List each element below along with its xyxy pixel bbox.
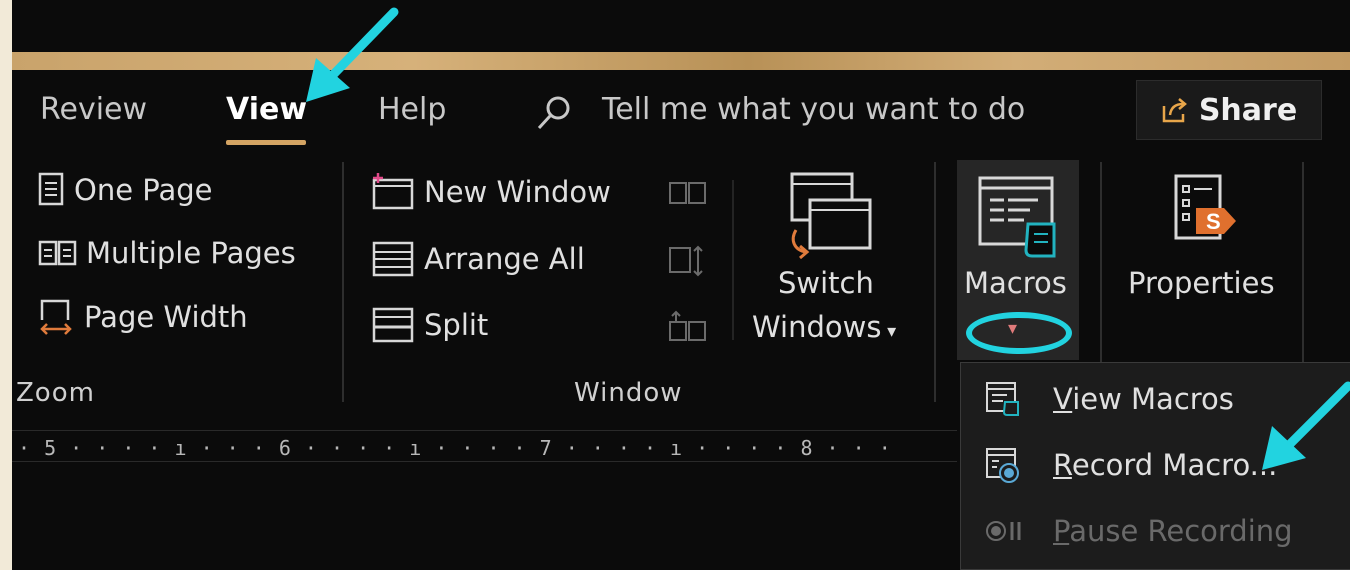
split-icon xyxy=(372,307,414,343)
window-group-label: Window xyxy=(574,378,683,408)
record-macro-label: Record Macro... xyxy=(1053,448,1278,482)
switch-windows-icon[interactable] xyxy=(780,170,876,262)
title-bar-strip xyxy=(12,52,1350,70)
tab-view[interactable]: View xyxy=(226,92,307,127)
share-label: Share xyxy=(1198,92,1298,128)
switch-windows-label-line1: Switch xyxy=(778,266,874,300)
multiple-pages-icon xyxy=(38,240,77,266)
search-icon[interactable] xyxy=(534,93,574,133)
multiple-pages-button[interactable]: Multiple Pages xyxy=(38,236,296,270)
group-divider xyxy=(934,162,936,402)
synchronous-scrolling-icon[interactable] xyxy=(668,244,708,278)
ruler-markings: · 5 · · · · ı · · · 6 · · · · ı · · · · … xyxy=(18,436,892,460)
tab-review[interactable]: Review xyxy=(40,92,147,127)
arrange-all-label: Arrange All xyxy=(424,242,585,276)
record-macro-icon xyxy=(986,448,1019,483)
split-label: Split xyxy=(424,308,489,342)
one-page-label: One Page xyxy=(74,173,213,207)
view-macros-label: View Macros xyxy=(1053,382,1234,416)
window-divider xyxy=(732,180,734,340)
arrange-all-button[interactable]: Arrange All xyxy=(370,240,585,278)
zoom-group-label: Zoom xyxy=(16,378,95,408)
group-divider xyxy=(342,162,344,402)
svg-text:S: S xyxy=(1206,209,1221,234)
switch-windows-label-line2: Windows xyxy=(752,310,882,344)
annotation-arrow-record-macro xyxy=(1262,381,1350,470)
group-divider xyxy=(1100,162,1102,362)
new-window-label: New Window xyxy=(424,175,611,209)
new-window-icon xyxy=(372,173,414,210)
pause-recording-menu-item[interactable]: Pause Recording xyxy=(961,499,1350,563)
share-button[interactable]: Share xyxy=(1136,80,1322,140)
new-window-button[interactable]: New Window xyxy=(370,172,611,212)
pause-recording-label: Pause Recording xyxy=(1053,514,1293,548)
split-button[interactable]: Split xyxy=(370,306,488,344)
group-divider xyxy=(1302,162,1304,362)
properties-label: Properties xyxy=(1128,266,1275,300)
one-page-icon xyxy=(38,172,64,206)
word-window: Review View Help Tell me what you want t… xyxy=(12,0,1350,570)
macros-label: Macros xyxy=(964,266,1067,300)
annotation-arrow-view-tab xyxy=(306,7,399,102)
tell-me-search[interactable]: Tell me what you want to do xyxy=(602,92,1025,127)
annotation-highlight-ring xyxy=(966,312,1072,354)
properties-icon[interactable]: S xyxy=(1172,172,1242,254)
arrange-all-icon xyxy=(372,241,414,277)
switch-windows-button[interactable]: Windows ▾ xyxy=(752,310,896,344)
page-width-icon xyxy=(40,299,72,335)
reset-window-position-icon[interactable] xyxy=(668,304,708,344)
view-side-by-side-icon[interactable] xyxy=(668,180,708,206)
multiple-pages-label: Multiple Pages xyxy=(86,236,296,270)
chevron-down-icon: ▾ xyxy=(881,321,897,342)
pause-recording-icon xyxy=(986,521,1021,541)
page-width-label: Page Width xyxy=(84,300,248,334)
page-width-button[interactable]: Page Width xyxy=(38,298,248,336)
active-tab-indicator xyxy=(226,140,306,145)
macros-icon xyxy=(978,176,1056,258)
view-macros-icon xyxy=(986,382,1019,416)
share-icon xyxy=(1162,98,1187,123)
one-page-button[interactable]: One Page xyxy=(38,172,212,208)
